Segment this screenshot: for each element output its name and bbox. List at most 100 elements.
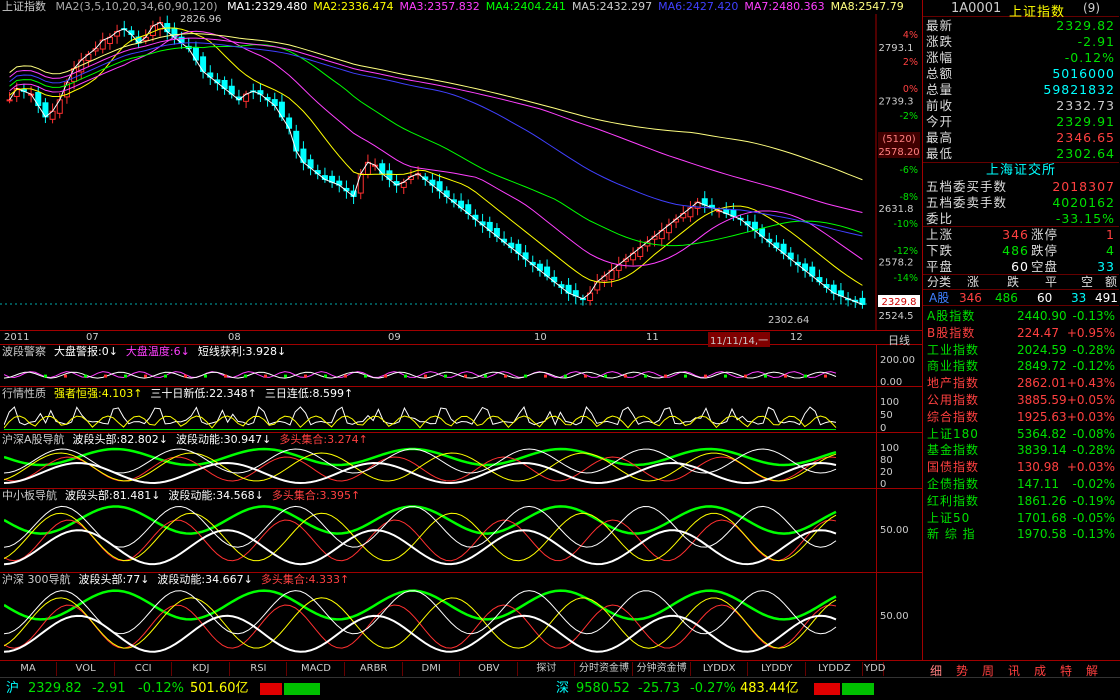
indicator-tabs[interactable]: MA VOL CCI KDJ RSI MACD ARBR DMI OBV 探讨 分时资金博 分钟资金博… [0,660,922,676]
sh-label: 沪 [6,681,20,696]
indicator-header: 中小板导航 波段头部:81.481↓ 波段动能:34.568↓ 多头集合:3.395↑ [2,489,360,503]
breadth-cell: 下跌 [926,243,954,258]
class-row[interactable]: A股 346 486 60 33 491 [923,290,1119,306]
candlestick-chart[interactable]: 2793.12739.32685.62631.82578.22524.52470… [0,14,922,330]
sh-change: -2.91 [92,681,126,696]
indicator-value: 多头集合:4.333↑ [260,573,350,586]
quote-value: 5016000 [1052,66,1115,81]
indicator-panel[interactable]: 沪深 300导航 波段头部:77↓ 波段动能:34.667↓ 多头集合:4.333↑ 5… [0,572,922,660]
indicator-tab[interactable]: VOL [58,662,115,676]
indicator-panel[interactable]: 波段警察 大盘警报:0↓ 大盘温度:6↓ 短线获利:3.928↓ 200.00 0.00 [0,344,922,388]
candle-body [364,161,371,175]
sh-breadth-bar [260,683,320,695]
indicator-tab[interactable]: MA [0,662,57,676]
indicator-value: 大盘警报:0↓ [54,345,118,358]
index-row[interactable]: 地产指数 2862.01 +0.43% [923,375,1119,391]
sz-amount: 483.44亿 [740,681,799,696]
indicator-tab[interactable]: ARBR [346,662,403,676]
quote-row: 最低 2302.64 [923,146,1119,161]
indicator-tab[interactable]: CCI [115,662,173,676]
indicator-value: 大盘温度:6↓ [125,345,190,358]
index-row[interactable]: 基金指数 3839.14 -0.28% [923,442,1119,458]
quote-key: 最低 [926,146,954,161]
indicator-value: 三日连低:8.599↑ [264,387,354,400]
y-tick-label: 2793.1 [879,43,914,54]
index-row[interactable]: B股指数 224.47 +0.95% [923,325,1119,341]
breadth-row: 平盘 60 空盘 33 [923,259,1119,275]
pct-tick-label: -12% [893,246,918,257]
quote-header[interactable]: 1A0001 上证指数 (9) [923,0,1119,20]
indicator-tick: 200.00 [880,355,915,366]
indicator-value: 波段动能:30.947↓ [175,433,272,446]
sh-amount: 501.60亿 [190,681,249,696]
quote-value: 59821832 [1043,82,1115,97]
class-header-cell: 涨 [967,275,980,289]
indicator-tab[interactable]: MACD [288,662,345,676]
main-chart-area[interactable]: 上证指数 MA2(3,5,10,20,34,60,90,120) MA1:232… [0,0,922,700]
index-row[interactable]: 企债指数 147.11 -0.02% [923,476,1119,492]
quote-value: -2.91 [1077,34,1115,49]
class-header: 分类 涨 跌 平 空额 [923,274,1119,290]
class-cell: 491 [1095,291,1118,305]
breadth-cell: 平盘 [926,259,954,274]
index-row[interactable]: 上证50 1701.68 -0.05% [923,510,1119,526]
y-tick-label: 2631.8 [879,204,914,215]
indicator-value: 波段头部:77↓ [78,573,150,586]
breadth-cell: 1 [1106,227,1115,242]
indicator-tick: 50.00 [880,611,909,622]
x-axis: 2011 07 08 09 10 11 11/11/14,一 12 日线 [0,330,922,347]
indicator-tab[interactable]: LYDDX [691,662,749,676]
class-header-cell: 跌 [1007,275,1020,289]
book-row: 委比 -33.15% [923,211,1119,226]
indicator-tab[interactable]: RSI [230,662,288,676]
indicator-tab[interactable]: KDJ [173,662,230,676]
quote-key: 最高 [926,130,954,145]
indicator-tab[interactable]: YDD [864,662,886,676]
indicator-plot [4,371,837,379]
index-change: +0.43% [1066,376,1115,391]
index-price: 2024.59 [1017,342,1067,357]
index-row[interactable]: 新 综 指 1970.58 -0.13% [923,526,1119,542]
index-row[interactable]: 公用指数 3885.59 +0.05% [923,392,1119,408]
quote-tabs[interactable]: 细势周讯成特解 [922,660,1120,678]
indicator-value: 强者恒强:4.103↑ [54,387,143,400]
ma-values: MA1:2329.480 MA2:2336.474 MA3:2357.832 MA4:… [221,0,904,13]
indicator-tab[interactable]: OBV [461,662,518,676]
quote-row: 总量 59821832 [923,82,1119,97]
quote-row: 涨幅 -0.12% [923,50,1119,65]
indicator-tab[interactable]: LYDDZ [806,662,864,676]
index-row[interactable]: 红利指数 1861.26 -0.19% [923,493,1119,509]
index-price: 2849.72 [1017,359,1067,374]
index-price: 224.47 [1017,325,1059,340]
index-change: -0.12% [1072,359,1115,374]
x-axis-label: 11 [646,332,659,343]
index-name: 新 综 指 [927,527,976,542]
indicator-panel[interactable]: 行情性质 强者恒强:4.103↑ 三十日新低:22.348↑ 三日连低:8.599↑ 1… [0,386,922,434]
ma-value-5: MA5:2432.297 [571,0,653,13]
indicator-tab[interactable]: 分时资金博 [576,662,633,676]
index-row[interactable]: A股指数 2440.90 -0.13% [923,308,1119,324]
indicator-panel[interactable]: 中小板导航 波段头部:81.481↓ 波段动能:34.568↓ 多头集合:3.395↑… [0,488,922,572]
candle-body [680,213,687,219]
class-cell: A股 [929,291,950,305]
period-label[interactable]: 日线 [888,332,910,348]
index-change: +0.05% [1066,393,1115,407]
indicator-panel[interactable]: 沪深A股导航 波段头部:82.802↓ 波段动能:30.947↓ 多头集合:3.274… [0,432,922,490]
indicator-tab[interactable]: 分钟资金博 [634,662,691,676]
index-row[interactable]: 上证180 5364.82 -0.08% [923,426,1119,442]
index-row[interactable]: 综合指数 1925.63 +0.03% [923,409,1119,425]
indicator-tab[interactable]: LYDDY [749,662,806,676]
indicator-tab[interactable]: DMI [403,662,461,676]
quote-row: 最新 2329.82 [923,18,1119,33]
class-header-cell: 额 [1105,275,1118,289]
x-axis-label: 07 [86,332,99,343]
index-row[interactable]: 工业指数 2024.59 -0.28% [923,342,1119,358]
index-row[interactable]: 商业指数 2849.72 -0.12% [923,358,1119,374]
indicator-plot [4,406,837,430]
indicator-tab[interactable]: 探讨 [518,662,576,676]
candle-body [6,99,13,102]
index-price: 147.11 [1017,477,1059,491]
index-change: -0.28% [1072,443,1115,458]
index-name: 红利指数 [927,493,980,508]
index-row[interactable]: 国债指数 130.98 +0.03% [923,459,1119,475]
